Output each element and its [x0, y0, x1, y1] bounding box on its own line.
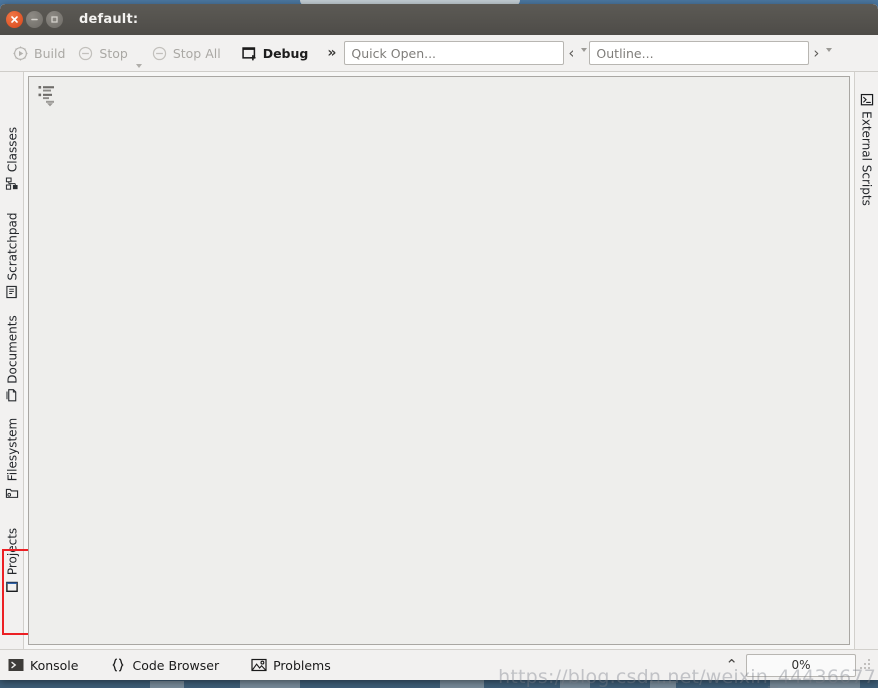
close-icon [11, 16, 18, 23]
sidebar-item-scratchpad[interactable]: Scratchpad [4, 212, 19, 299]
build-icon [13, 46, 28, 60]
main-toolbar: Build Stop Stop All Debug » Quick Open..… [0, 35, 878, 72]
progress-indicator: 0% [746, 653, 856, 677]
sidebar-item-documents[interactable]: Documents [4, 315, 19, 402]
documents-icon [5, 389, 16, 402]
outline-list-icon[interactable] [38, 84, 64, 108]
statusbar-item-label: Code Browser [132, 657, 220, 673]
debug-icon [242, 46, 256, 61]
status-bar: Konsole Code Browser Problems ⌃ 0% [0, 649, 878, 680]
outline-nav-forward-group: › [809, 45, 834, 61]
sidebar-item-external-scripts[interactable]: External Scripts [859, 93, 874, 206]
left-sidebar-tabbar: Classes Scratchpad Documents Filesystem … [0, 72, 33, 649]
debug-button[interactable]: Debug [235, 42, 315, 65]
stop-all-icon [152, 46, 166, 60]
stop-dropdown-arrow[interactable] [134, 32, 145, 74]
nav-forward-button[interactable]: › [809, 45, 823, 61]
classes-icon [5, 177, 18, 190]
application-window: default: Build Stop Stop All Debug » Qui… [0, 4, 878, 680]
sidebar-item-classes[interactable]: Classes [4, 126, 19, 190]
sidebar-item-label: Projects [4, 527, 19, 576]
statusbar-item-problems[interactable]: Problems [249, 655, 339, 675]
sidebar-item-label: External Scripts [859, 111, 874, 206]
outline-input[interactable]: Outline... [589, 41, 810, 65]
stop-icon [79, 46, 93, 60]
nav-back-button[interactable]: ‹ [564, 45, 578, 61]
projects-icon [5, 581, 18, 592]
stop-all-button[interactable]: Stop All [145, 42, 227, 65]
build-button[interactable]: Build [6, 42, 71, 65]
debug-label: Debug [262, 45, 309, 61]
statusbar-item-label: Konsole [30, 657, 79, 673]
statusbar-collapse-button[interactable]: ⌃ [717, 657, 746, 673]
window-title: default: [79, 12, 139, 27]
right-sidebar-tabbar: External Scripts [854, 72, 878, 649]
image-icon [251, 658, 267, 672]
sidebar-item-label: Filesystem [4, 417, 19, 482]
build-label: Build [34, 45, 66, 61]
scratchpad-icon [5, 285, 17, 299]
maximize-icon [51, 16, 58, 23]
terminal-icon [8, 659, 24, 671]
window-maximize-button[interactable] [46, 11, 63, 28]
sidebar-item-label: Documents [4, 315, 19, 384]
window-close-button[interactable] [6, 11, 23, 28]
title-bar: default: [0, 4, 878, 35]
resize-grip[interactable] [860, 659, 872, 671]
nav-back-dropdown-arrow[interactable] [578, 48, 589, 58]
quick-open-input[interactable]: Quick Open... [344, 41, 565, 65]
nav-forward-dropdown-arrow[interactable] [823, 48, 834, 58]
minimize-icon [31, 18, 38, 21]
stop-button[interactable]: Stop [71, 42, 133, 65]
stop-label: Stop [99, 45, 128, 61]
statusbar-item-label: Problems [273, 657, 331, 673]
window-minimize-button[interactable] [26, 11, 43, 28]
toolbar-overflow-button[interactable]: » [314, 45, 344, 61]
stop-all-label: Stop All [172, 45, 221, 61]
editor-area-wrapper [24, 72, 854, 649]
sidebar-item-label: Scratchpad [4, 212, 19, 281]
sidebar-item-projects[interactable]: Projects [4, 527, 19, 593]
statusbar-item-konsole[interactable]: Konsole [6, 655, 86, 675]
statusbar-item-code-browser[interactable]: Code Browser [108, 655, 227, 675]
filesystem-icon [5, 488, 18, 498]
sidebar-item-label: Classes [4, 126, 19, 173]
terminal-icon [860, 93, 873, 106]
outline-nav-back-group: ‹ [564, 45, 589, 61]
window-body: Classes Scratchpad Documents Filesystem … [0, 72, 878, 649]
sidebar-item-filesystem[interactable]: Filesystem [4, 417, 19, 499]
editor-area[interactable] [28, 76, 850, 645]
braces-icon [112, 658, 125, 672]
